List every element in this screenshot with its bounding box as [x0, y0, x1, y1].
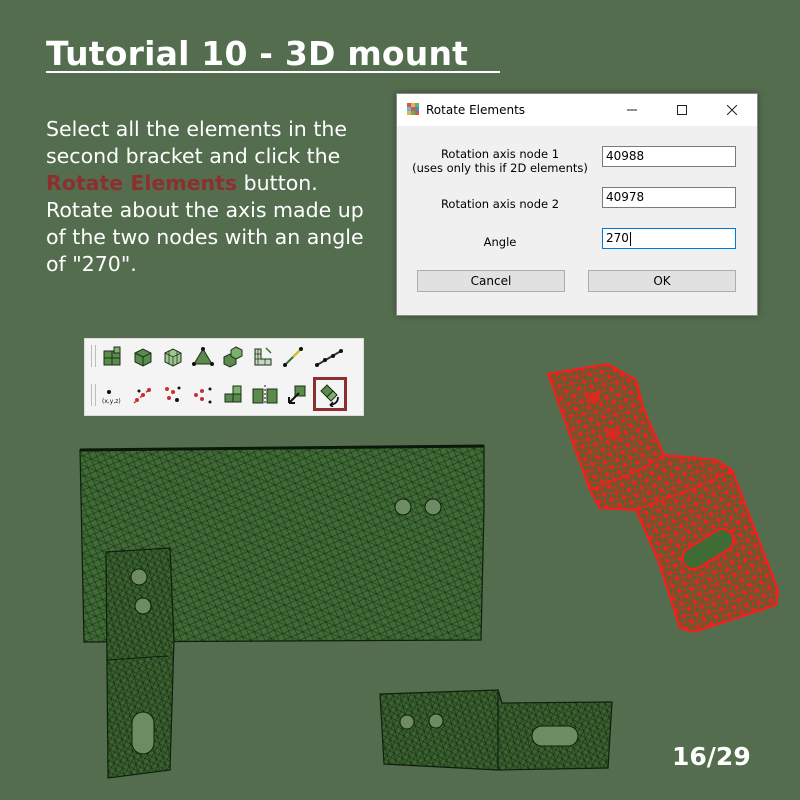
- cube-wire-icon: [164, 348, 182, 367]
- node-coords-icon: (x,y,z): [102, 390, 121, 405]
- cube-button[interactable]: [131, 345, 155, 369]
- node1-input[interactable]: 40988: [602, 146, 736, 167]
- dialog-title: Rotate Elements: [426, 103, 526, 117]
- cancel-button[interactable]: Cancel: [417, 270, 565, 292]
- close-icon: [727, 105, 737, 115]
- node-coords-label: (x,y,z): [102, 398, 121, 405]
- page-counter: 16/29: [672, 742, 751, 771]
- cube-icon: [134, 348, 152, 367]
- angle-label: Angle: [483, 235, 517, 249]
- maximize-icon: [677, 105, 687, 115]
- toolbar-separator: [95, 345, 96, 367]
- move-elements-button[interactable]: [285, 383, 309, 407]
- red-nodes-icon: [165, 386, 181, 402]
- scatter-link-button[interactable]: [131, 383, 155, 407]
- left-bracket-mesh: [105, 547, 175, 779]
- scatter-link-icon: [133, 386, 153, 404]
- bracket-mesh-button[interactable]: [251, 345, 275, 369]
- bottom-bracket-mesh: [379, 689, 613, 771]
- toolbar-separator: [91, 345, 92, 367]
- bracket-mesh-icon: [254, 347, 272, 366]
- node-cluster-button[interactable]: [191, 383, 215, 407]
- mesh-grid-icon: [103, 346, 121, 366]
- title-underline: [46, 71, 500, 73]
- multi-cube-button[interactable]: [221, 345, 245, 369]
- rotate-elements-dialog: Rotate Elements Rotation axis node 1 (us…: [396, 93, 758, 316]
- node2-input[interactable]: 40978: [602, 187, 736, 208]
- triangle-button[interactable]: [191, 345, 215, 369]
- rotate-elements-highlight: Rotate Elements: [46, 171, 238, 195]
- node-coords-button[interactable]: (x,y,z): [101, 383, 125, 407]
- angle-input[interactable]: 270: [602, 228, 736, 249]
- toolbar-separator: [95, 384, 96, 406]
- triangle-icon: [192, 347, 214, 366]
- mirror-elements-icon: [252, 385, 278, 405]
- chain-nodes-button[interactable]: [315, 345, 343, 369]
- mesh-grid-button[interactable]: [101, 345, 125, 369]
- mirror-elements-button[interactable]: [251, 383, 278, 407]
- node1-label-line1: Rotation axis node 1: [440, 147, 560, 161]
- page-title: Tutorial 10 - 3D mount: [46, 34, 469, 73]
- node1-label: Rotation axis node 1 (uses only this if …: [400, 147, 600, 175]
- multi-cube-icon: [223, 346, 243, 368]
- maximize-button[interactable]: [667, 99, 697, 121]
- close-button[interactable]: [717, 99, 747, 121]
- minimize-icon: [627, 109, 637, 111]
- translate-elements-button[interactable]: [221, 383, 245, 407]
- node1-label-line2: (uses only this if 2D elements): [412, 161, 588, 175]
- instructions-text: Select all the elements in the second br…: [46, 116, 386, 278]
- node-cluster-icon: [194, 387, 212, 404]
- node2-label: Rotation axis node 2: [440, 197, 560, 211]
- ok-button[interactable]: OK: [588, 270, 736, 292]
- red-nodes-button[interactable]: [161, 383, 185, 407]
- selected-bracket-mesh: [546, 362, 780, 634]
- translate-elements-icon: [224, 385, 242, 403]
- move-elements-icon: [288, 385, 306, 404]
- dialog-titlebar[interactable]: Rotate Elements: [397, 94, 757, 126]
- toolbar-separator: [91, 384, 92, 406]
- line-connect-icon: [283, 347, 303, 367]
- rotate-button-highlight: [313, 377, 347, 411]
- text-caret: [629, 231, 631, 246]
- chain-nodes-icon: [315, 349, 343, 367]
- app-icon: [407, 103, 419, 115]
- mesh-toolbar: (x,y,z): [84, 338, 364, 416]
- cube-wire-button[interactable]: [161, 345, 185, 369]
- minimize-button[interactable]: [617, 99, 647, 121]
- angle-input-value: 270: [606, 231, 629, 245]
- instructions-before: Select all the elements in the second br…: [46, 117, 347, 168]
- line-connect-button[interactable]: [281, 345, 305, 369]
